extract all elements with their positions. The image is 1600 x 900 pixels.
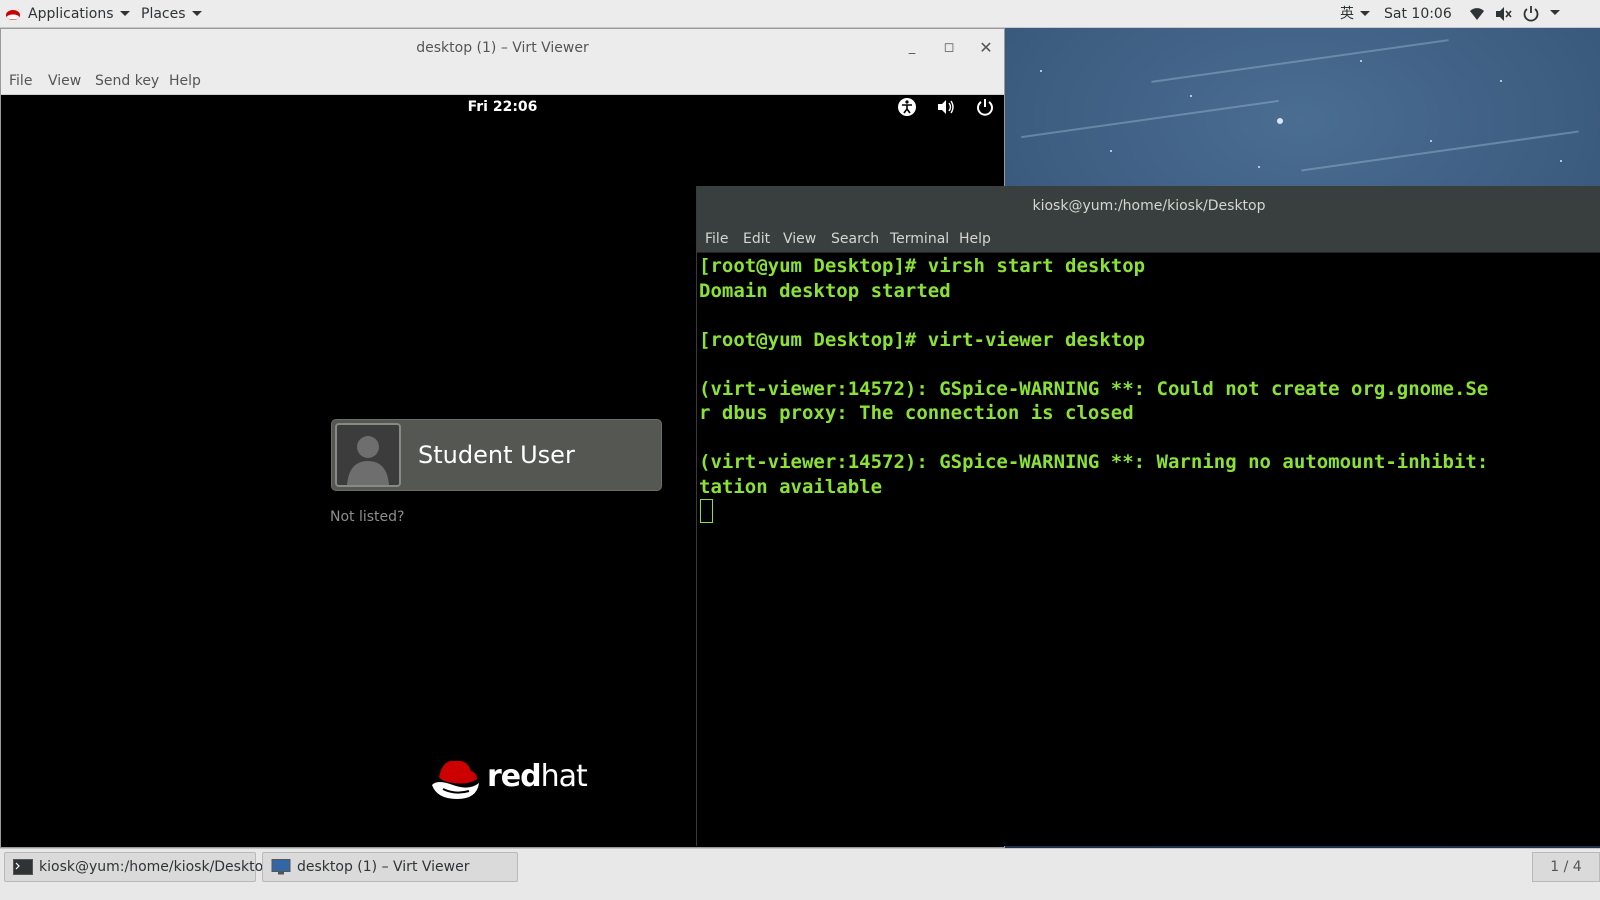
user-avatar-icon — [347, 436, 389, 485]
terminal-icon — [13, 859, 33, 875]
volume-icon[interactable] — [936, 97, 956, 117]
applications-label: Applications — [28, 6, 114, 22]
user-list-item[interactable]: Student User — [331, 419, 662, 491]
places-menu[interactable]: Places — [141, 0, 202, 28]
terminal-titlebar[interactable]: kiosk@yum:/home/kiosk/Desktop — [697, 186, 1600, 226]
terminal-line: [root@yum Desktop]# virt-viewer desktop — [699, 328, 1146, 351]
redhat-menu-icon — [6, 10, 20, 20]
terminal-line: tation available — [699, 475, 883, 498]
places-label: Places — [141, 6, 186, 22]
menu-file[interactable]: File — [9, 67, 32, 95]
monitor-icon — [271, 859, 291, 875]
menu-edit[interactable]: Edit — [743, 226, 770, 253]
chevron-down-icon — [119, 10, 130, 16]
terminal-title: kiosk@yum:/home/kiosk/Desktop — [1032, 198, 1266, 214]
terminal-line: (virt-viewer:14572): GSpice-WARNING **: … — [699, 377, 1489, 400]
virt-viewer-menubar: File View Send key Help — [1, 67, 1004, 95]
workspace-switcher[interactable]: 1 / 4 — [1532, 852, 1600, 882]
terminal-line: [root@yum Desktop]# virsh start desktop — [699, 255, 1146, 277]
top-clock[interactable]: Sat 10:06 — [1384, 0, 1452, 28]
menu-terminal[interactable]: Terminal — [890, 226, 949, 253]
power-icon[interactable] — [975, 97, 995, 117]
top-panel: Applications Places 英 Sat 10:06 — [0, 0, 1600, 28]
virt-viewer-titlebar[interactable]: desktop (1) – Virt Viewer _ ◻ ✕ — [1, 29, 1004, 67]
power-icon[interactable] — [1522, 5, 1540, 23]
input-method-indicator[interactable]: 英 — [1340, 0, 1370, 28]
terminal-line: Domain desktop started — [699, 279, 951, 302]
wifi-icon[interactable] — [1468, 6, 1486, 22]
accessibility-icon[interactable] — [897, 97, 917, 117]
menu-file[interactable]: File — [705, 226, 728, 253]
minimize-button[interactable]: _ — [897, 29, 927, 67]
avatar — [335, 423, 401, 487]
maximize-button[interactable]: ◻ — [934, 29, 964, 67]
chevron-down-icon[interactable] — [1550, 10, 1560, 15]
not-listed-link[interactable]: Not listed? — [330, 509, 404, 525]
input-method-label: 英 — [1340, 6, 1354, 22]
close-button[interactable]: ✕ — [971, 29, 1001, 67]
menu-help[interactable]: Help — [959, 226, 991, 253]
applications-menu[interactable]: Applications — [28, 0, 130, 28]
bottom-panel: kiosk@yum:/home/kiosk/Desktop desktop (1… — [0, 848, 1600, 900]
task-label: desktop (1) – Virt Viewer — [297, 859, 470, 875]
redhat-wordmark: redhat — [487, 759, 588, 794]
menu-help[interactable]: Help — [169, 67, 201, 95]
vm-clock[interactable]: Fri 22:06 — [1, 99, 1004, 115]
terminal-menubar: File Edit View Search Terminal Help — [697, 226, 1600, 253]
terminal-cursor — [700, 499, 713, 523]
task-virt-viewer[interactable]: desktop (1) – Virt Viewer — [262, 852, 518, 882]
terminal-window: kiosk@yum:/home/kiosk/Desktop File Edit … — [696, 186, 1600, 846]
virt-viewer-title: desktop (1) – Virt Viewer — [416, 40, 589, 56]
user-name: Student User — [418, 441, 575, 469]
menu-send-key[interactable]: Send key — [95, 67, 159, 95]
task-terminal[interactable]: kiosk@yum:/home/kiosk/Desktop — [4, 852, 272, 882]
terminal-line: (virt-viewer:14572): GSpice-WARNING **: … — [699, 451, 1489, 473]
menu-view[interactable]: View — [48, 67, 81, 95]
chevron-down-icon — [191, 10, 202, 16]
volume-muted-icon[interactable] — [1495, 6, 1513, 22]
menu-search[interactable]: Search — [831, 226, 879, 253]
terminal-line: r dbus proxy: The connection is closed — [699, 402, 1134, 424]
terminal-output[interactable]: [root@yum Desktop]# virsh start desktop … — [699, 254, 1599, 844]
task-label: kiosk@yum:/home/kiosk/Desktop — [39, 859, 273, 875]
menu-view[interactable]: View — [783, 226, 816, 253]
chevron-down-icon — [1360, 10, 1370, 16]
